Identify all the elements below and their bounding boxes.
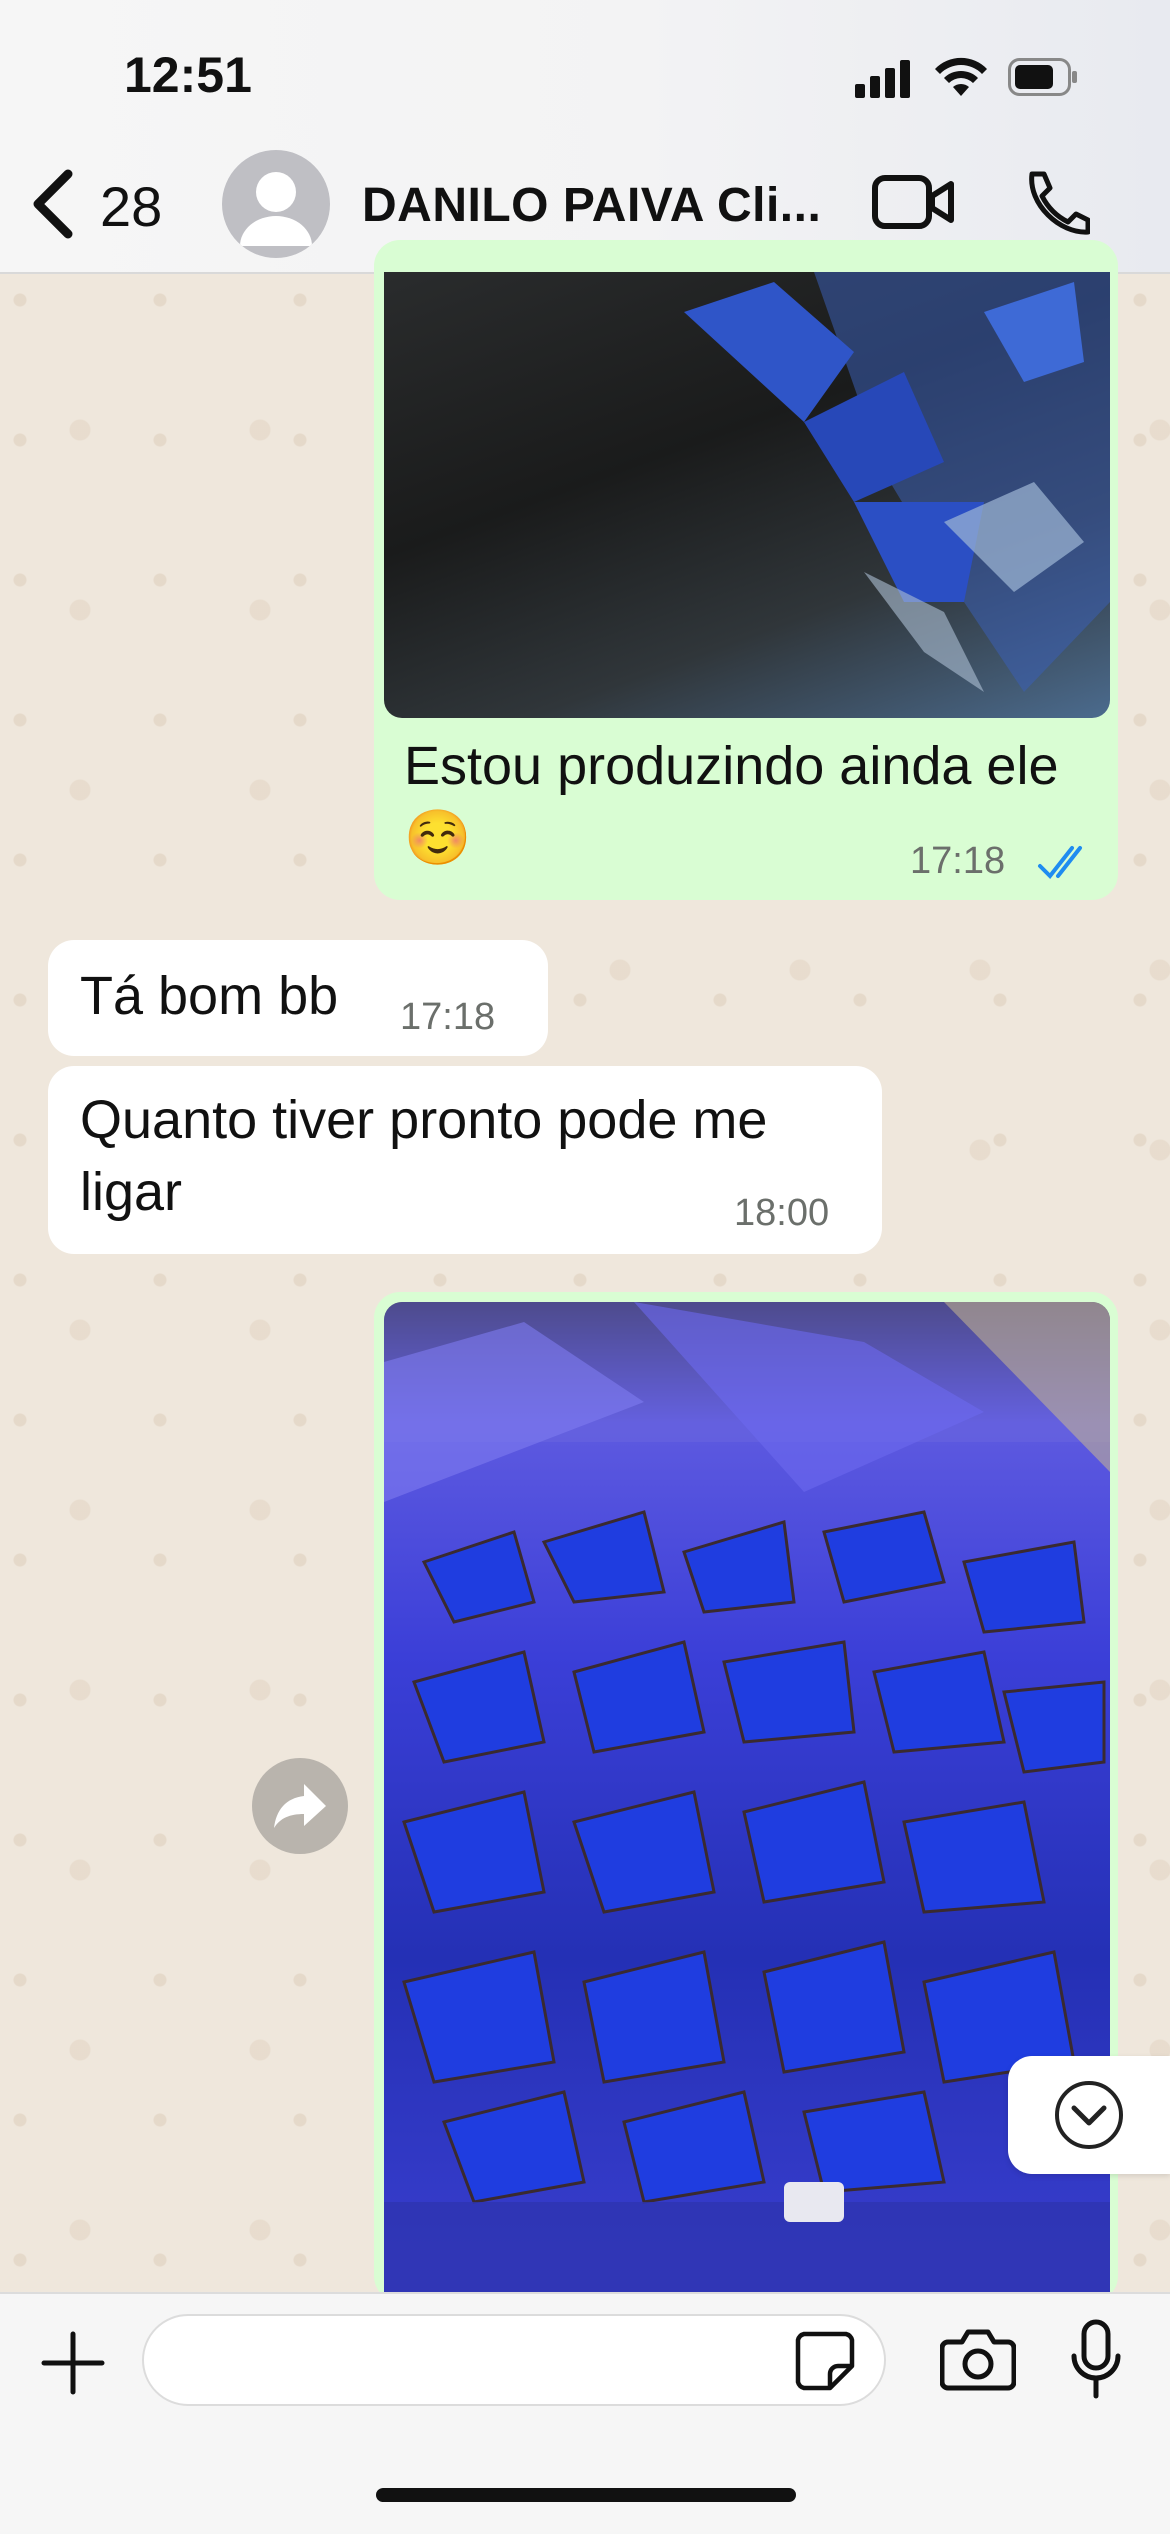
incoming-message[interactable]: Quanto tiver pronto pode me ligar 18:00 bbox=[48, 1066, 882, 1254]
message-photo[interactable] bbox=[384, 272, 1110, 718]
butterfly-bouquet-image bbox=[384, 1302, 1110, 2312]
contact-name[interactable]: DANILO PAIVA Cli... bbox=[362, 178, 821, 233]
wifi-icon bbox=[935, 57, 987, 96]
chat-header: 12:51 28 DANILO PAIVA Cli... bbox=[0, 0, 1170, 274]
message-time: 18:00 bbox=[734, 1192, 830, 1234]
message-time: 17:18 bbox=[400, 996, 496, 1038]
message-text: Tá bom bb bbox=[80, 966, 339, 1026]
forward-button[interactable] bbox=[252, 1758, 348, 1854]
unread-count[interactable]: 28 bbox=[100, 174, 162, 239]
message-input[interactable] bbox=[142, 2314, 886, 2406]
phone-icon[interactable] bbox=[1020, 170, 1090, 236]
microphone-icon[interactable] bbox=[1070, 2318, 1122, 2402]
scroll-to-bottom-button[interactable] bbox=[1008, 2056, 1170, 2174]
butterfly-bouquet-image bbox=[684, 272, 1110, 692]
camera-icon[interactable] bbox=[940, 2326, 1016, 2392]
home-indicator bbox=[376, 2488, 796, 2502]
battery-icon bbox=[1008, 58, 1077, 96]
status-time: 12:51 bbox=[124, 47, 252, 103]
plus-icon[interactable] bbox=[38, 2328, 108, 2398]
cellular-signal-icon bbox=[855, 58, 915, 98]
video-camera-icon[interactable] bbox=[872, 172, 954, 232]
contact-avatar[interactable] bbox=[222, 150, 330, 258]
sticker-icon[interactable] bbox=[794, 2330, 856, 2392]
incoming-message[interactable]: Tá bom bb 17:18 bbox=[48, 940, 548, 1056]
forward-arrow-icon bbox=[274, 1784, 326, 1828]
read-receipt-icon bbox=[1038, 846, 1082, 880]
chevron-down-circle-icon bbox=[1055, 2081, 1123, 2149]
avatar-icon bbox=[240, 172, 312, 246]
message-photo[interactable] bbox=[384, 1302, 1110, 2312]
message-time: 17:18 bbox=[910, 840, 1006, 882]
chevron-left-icon[interactable] bbox=[24, 168, 84, 240]
